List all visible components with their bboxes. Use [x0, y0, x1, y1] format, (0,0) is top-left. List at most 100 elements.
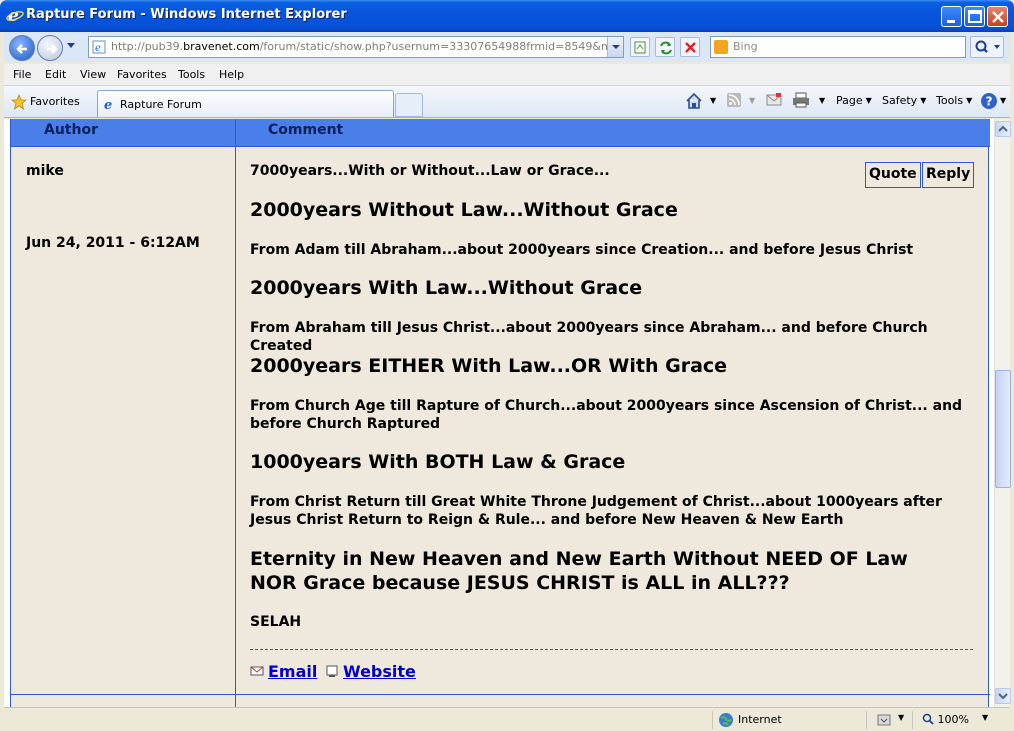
back-arrow-icon: [16, 44, 27, 54]
author-column-header: Author: [44, 122, 98, 138]
svg-text:e: e: [95, 43, 101, 54]
menu-favorites[interactable]: Favorites: [117, 68, 167, 81]
section-text: From Christ Return till Great White Thro…: [250, 494, 942, 528]
scroll-up-button[interactable]: [995, 121, 1011, 137]
post-author: mike: [26, 163, 64, 179]
website-icon: [326, 665, 338, 677]
post-date: Jun 24, 2011 - 6:12AM: [26, 235, 200, 251]
search-input[interactable]: Bing: [710, 36, 966, 58]
post-separator: [250, 649, 973, 650]
section-text: From Church Age till Rapture of Church..…: [250, 398, 963, 432]
scroll-down-icon: [998, 693, 1008, 700]
menu-help[interactable]: Help: [219, 68, 244, 81]
refresh-button[interactable]: [655, 37, 675, 57]
home-dropdown-icon[interactable]: ▼: [707, 94, 716, 107]
compatibility-view-button[interactable]: [630, 37, 650, 57]
menu-bar: File Edit View Favorites Tools Help: [4, 64, 1010, 86]
final-heading: Eternity in New Heaven and New Earth Wit…: [250, 548, 908, 594]
section-heading: 2000years Without Law...Without Grace: [250, 199, 678, 221]
page-icon: e: [92, 40, 106, 54]
safety-menu-label: Safety: [882, 94, 918, 107]
close-window-button[interactable]: [987, 6, 1008, 27]
address-toolbar: e http://pub39.bravenet.com/forum/static…: [4, 32, 1010, 62]
ie-page-icon: e: [104, 98, 112, 111]
tab-label: Rapture Forum: [120, 98, 202, 111]
help-icon[interactable]: ?: [980, 92, 998, 110]
status-bar: Internet ▼ 100% ▼: [4, 707, 1010, 731]
favorites-star-icon[interactable]: [11, 94, 27, 110]
website-link[interactable]: Website: [343, 662, 416, 681]
feeds-icon[interactable]: [726, 92, 742, 108]
zoom-icon: [922, 713, 934, 725]
quote-button[interactable]: Quote: [865, 162, 921, 188]
page-menu-label: Page: [836, 94, 863, 107]
ie-logo-icon: e: [6, 6, 24, 24]
tab-rapture-forum[interactable]: e Rapture Forum: [97, 90, 394, 117]
search-button[interactable]: [970, 36, 1004, 58]
tools-menu[interactable]: Tools ▼: [936, 94, 972, 107]
search-icon: [975, 40, 1000, 53]
home-icon[interactable]: [685, 92, 703, 110]
menu-view[interactable]: View: [80, 68, 106, 81]
search-placeholder: Bing: [733, 40, 758, 53]
page-viewport: Author Comment mike Jun 24, 2011 - 6:12A…: [4, 119, 994, 707]
protected-mode-dropdown-icon[interactable]: ▼: [898, 713, 904, 722]
bing-icon: [714, 40, 728, 54]
email-link[interactable]: Email: [268, 662, 317, 681]
post-subject: 7000years...With or Without...Law or Gra…: [250, 163, 610, 179]
section-text: From Abraham till Jesus Christ...about 2…: [250, 320, 928, 354]
status-divider: [866, 711, 867, 729]
forum-post-table: Author Comment mike Jun 24, 2011 - 6:12A…: [10, 119, 990, 707]
menu-edit[interactable]: Edit: [45, 68, 66, 81]
reply-button[interactable]: Reply: [922, 162, 975, 188]
help-dropdown-icon[interactable]: ▼: [997, 94, 1006, 107]
svg-text:?: ?: [986, 95, 993, 109]
section-heading: 2000years With Law...Without Grace: [250, 277, 643, 299]
chevron-down-icon: [612, 45, 620, 49]
security-zone-label: Internet: [738, 713, 782, 726]
recent-pages-dropdown-icon[interactable]: [66, 42, 76, 50]
scroll-down-button[interactable]: [995, 688, 1011, 704]
favorites-bar: Favorites e Rapture Forum ▼ ▼ ▼ Page ▼ Sa…: [4, 86, 1010, 118]
scroll-up-icon: [998, 125, 1008, 132]
zoom-level[interactable]: 100%: [922, 713, 969, 726]
title-bar: e Rapture Forum - Windows Internet Explo…: [0, 0, 1014, 32]
zoom-dropdown-icon[interactable]: ▼: [982, 713, 988, 722]
minimize-button[interactable]: [941, 6, 962, 27]
print-icon[interactable]: [792, 92, 810, 108]
tools-menu-label: Tools: [936, 94, 964, 107]
maximize-icon: [968, 10, 982, 23]
url-text: http://pub39.bravenet.com/forum/static/s…: [111, 40, 611, 53]
status-divider: [912, 711, 913, 729]
section-heading: 1000years With BOTH Law & Grace: [250, 451, 626, 473]
section-text: From Adam till Abraham...about 2000years…: [250, 242, 914, 258]
status-divider: [712, 711, 713, 729]
section-heading: 2000years EITHER With Law...OR With Grac…: [250, 355, 728, 377]
safety-menu[interactable]: Safety ▼: [882, 94, 926, 107]
forward-button[interactable]: [37, 35, 63, 61]
refresh-icon: [660, 41, 672, 55]
closing-text: SELAH: [250, 614, 302, 630]
stop-button[interactable]: [680, 37, 700, 57]
page-menu[interactable]: Page ▼: [836, 94, 872, 107]
vertical-scrollbar[interactable]: [994, 119, 1011, 707]
comment-column-header: Comment: [268, 122, 344, 138]
favorites-button-label[interactable]: Favorites: [30, 95, 80, 108]
post-bottom-border: [11, 694, 990, 695]
print-dropdown-icon[interactable]: ▼: [816, 94, 825, 107]
menu-tools[interactable]: Tools: [178, 68, 205, 81]
window-title: Rapture Forum - Windows Internet Explore…: [26, 7, 347, 22]
back-button[interactable]: [9, 35, 35, 61]
zoom-value: 100%: [937, 713, 969, 726]
new-tab-button[interactable]: [395, 93, 423, 117]
address-dropdown[interactable]: [607, 37, 623, 57]
scroll-thumb[interactable]: [995, 370, 1011, 488]
feeds-dropdown-icon[interactable]: ▼: [746, 94, 755, 107]
maximize-button[interactable]: [964, 6, 985, 27]
address-input[interactable]: e http://pub39.bravenet.com/forum/static…: [88, 36, 624, 58]
protected-mode-icon[interactable]: [876, 713, 892, 727]
minimize-icon: [947, 20, 955, 23]
read-mail-icon[interactable]: [766, 92, 782, 108]
close-icon: [992, 11, 1004, 23]
menu-file[interactable]: File: [13, 68, 31, 81]
